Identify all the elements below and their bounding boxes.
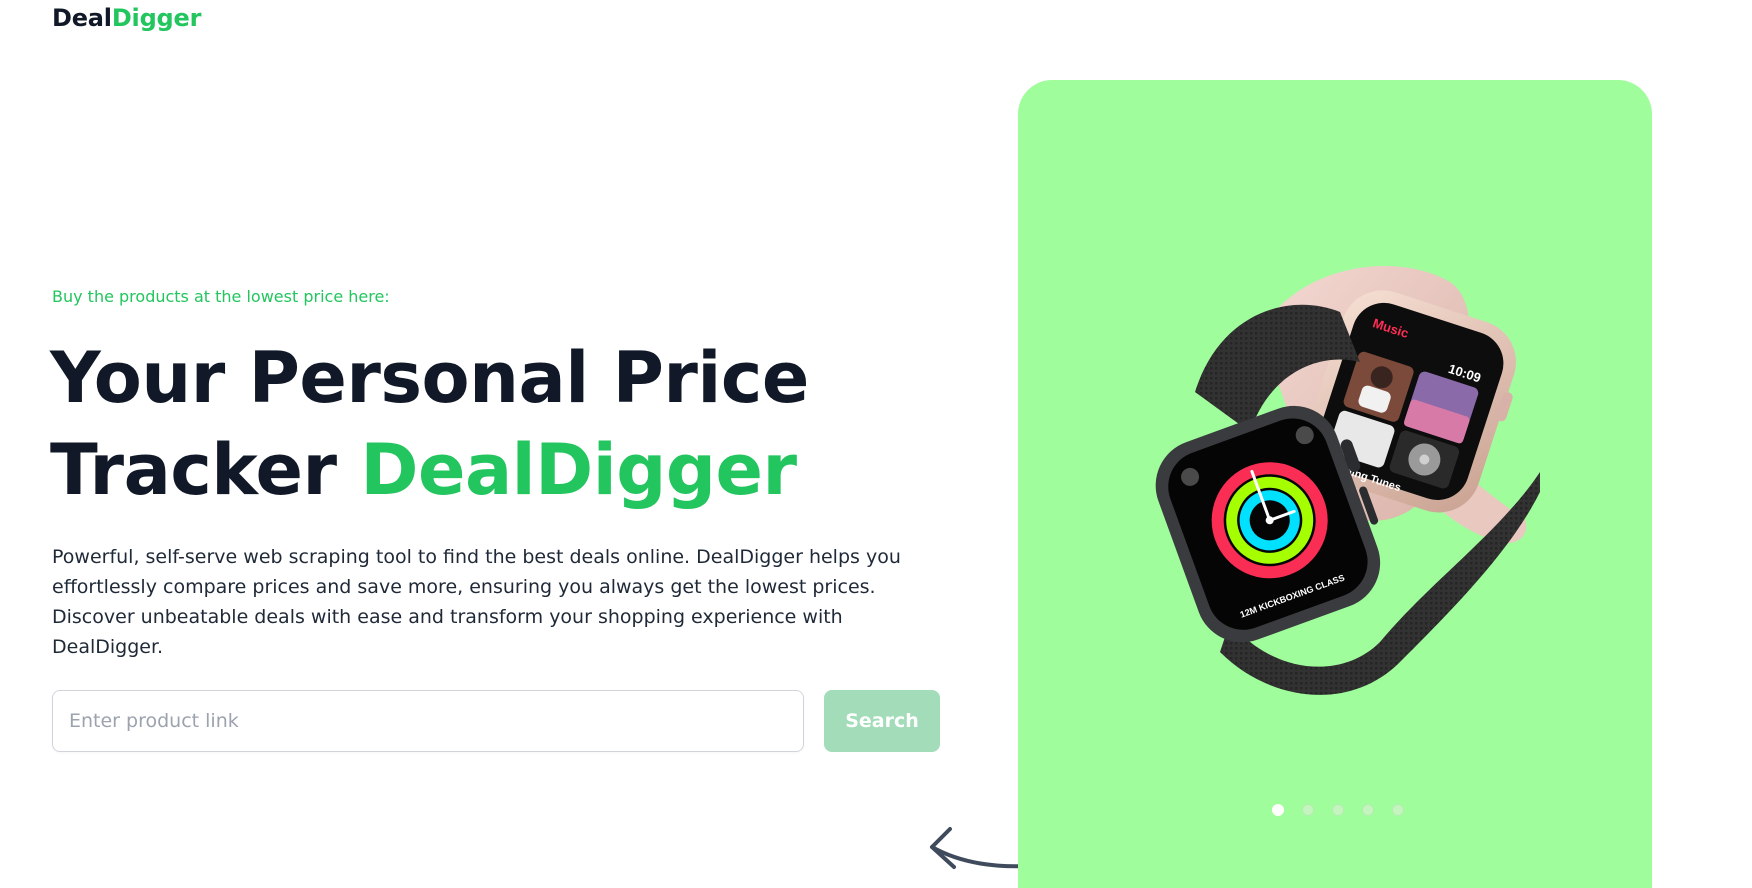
brand-logo[interactable]: DealDigger bbox=[52, 4, 201, 32]
product-link-input[interactable] bbox=[52, 690, 804, 752]
apple-watch-product-image: Music 10:09 Running Tunes 12M KICKBOXING… bbox=[1155, 266, 1540, 695]
carousel-dot-1[interactable] bbox=[1272, 804, 1284, 816]
hero-headline: Your Personal Price Tracker DealDigger bbox=[50, 332, 850, 516]
brand-name-part2: Digger bbox=[111, 4, 202, 32]
carousel-dot-5[interactable] bbox=[1392, 804, 1404, 816]
hero-kicker: Buy the products at the lowest price her… bbox=[52, 287, 390, 306]
search-button[interactable]: Search bbox=[824, 690, 940, 752]
carousel-dot-3[interactable] bbox=[1332, 804, 1344, 816]
hero-description: Powerful, self-serve web scraping tool t… bbox=[52, 546, 901, 658]
headline-accent: DealDigger bbox=[360, 429, 797, 511]
page: DealDigger Buy the products at the lowes… bbox=[0, 0, 1752, 888]
brand-name-part1: Deal bbox=[52, 4, 112, 32]
carousel-dot-4[interactable] bbox=[1362, 804, 1374, 816]
product-carousel[interactable]: Music 10:09 Running Tunes 12M KICKBOXING… bbox=[1018, 80, 1652, 888]
carousel-dot-2[interactable] bbox=[1302, 804, 1314, 816]
carousel-dots bbox=[1272, 804, 1404, 816]
